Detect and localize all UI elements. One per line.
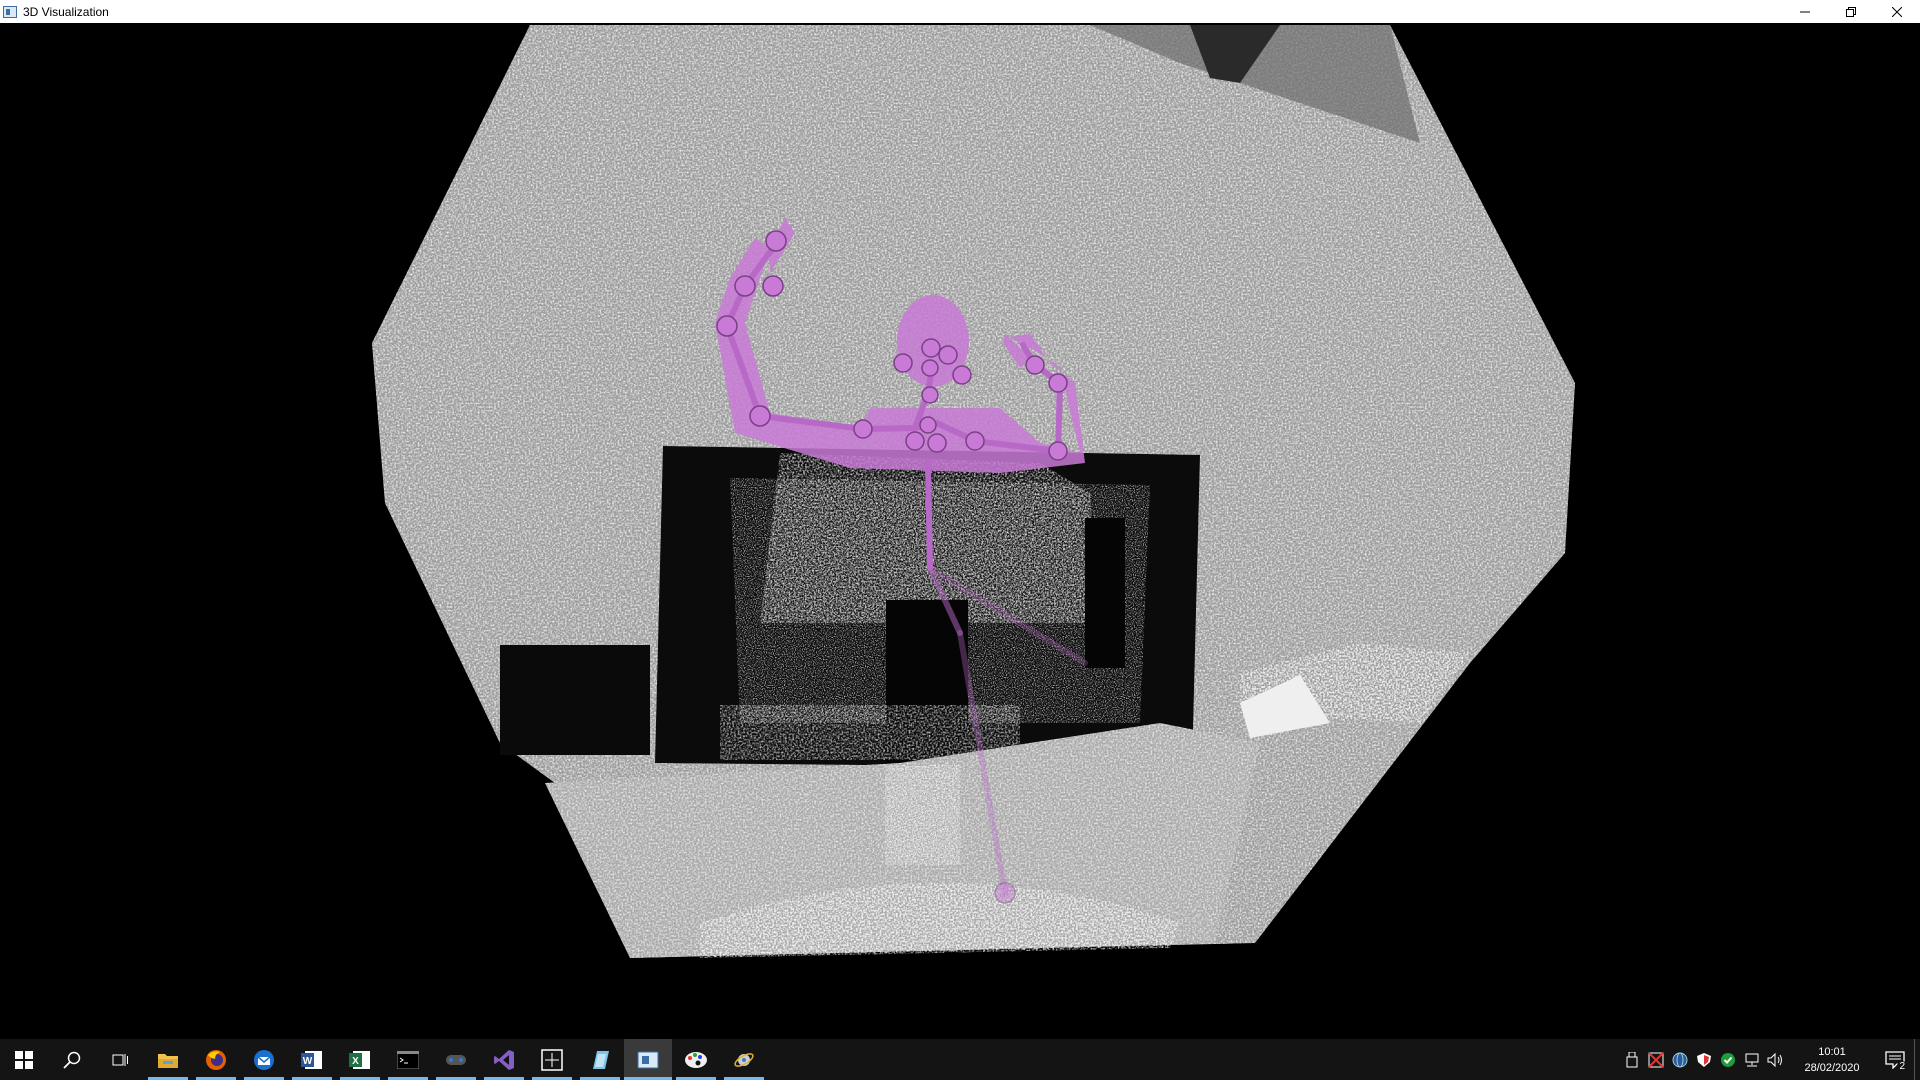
action-center-button[interactable]: 2 — [1876, 1039, 1914, 1080]
network-globe-icon — [1672, 1052, 1688, 1067]
taskbar-file-explorer[interactable] — [144, 1039, 192, 1080]
defender-check-icon — [1721, 1052, 1735, 1067]
snipping-tool-icon — [541, 1048, 563, 1071]
tray-defender[interactable] — [1716, 1039, 1740, 1080]
note-app-icon — [593, 1050, 609, 1069]
minimize-button[interactable] — [1782, 0, 1828, 23]
search-icon — [63, 1051, 81, 1069]
start-icon — [15, 1050, 33, 1069]
file-explorer-icon — [158, 1053, 178, 1068]
svg-text:W: W — [303, 1056, 313, 1067]
close-icon — [1892, 6, 1902, 17]
network-icon — [1745, 1053, 1759, 1066]
taskbar-snipping-tool[interactable] — [528, 1039, 576, 1080]
show-desktop-button[interactable] — [1914, 1039, 1920, 1080]
taskbar-orbit-app[interactable] — [720, 1039, 768, 1080]
taskbar-visual-studio[interactable] — [480, 1039, 528, 1080]
tray-volume[interactable] — [1764, 1039, 1788, 1080]
tray-usb[interactable] — [1620, 1039, 1644, 1080]
minimize-icon — [1800, 11, 1810, 12]
3d-viewport[interactable] — [0, 23, 1920, 1039]
point-cloud-render — [372, 25, 1575, 958]
orbit-app-icon — [734, 1052, 754, 1067]
taskbar-paint[interactable] — [672, 1039, 720, 1080]
firefox-icon — [206, 1049, 226, 1070]
shield-icon — [1697, 1052, 1711, 1067]
close-button[interactable] — [1874, 0, 1920, 23]
3d-visualization-icon — [637, 1051, 659, 1068]
title-bar: 3D Visualization — [0, 0, 1920, 23]
taskbar-clock[interactable]: 10:01 28/02/2020 — [1794, 1044, 1870, 1076]
svg-text:X: X — [352, 1056, 359, 1067]
taskbar-gamepad-app[interactable] — [432, 1039, 480, 1080]
window-title: 3D Visualization — [23, 4, 109, 19]
paint-icon — [685, 1051, 707, 1068]
excel-icon: X — [349, 1050, 370, 1069]
system-tray: 10:01 28/02/2020 2 — [1620, 1039, 1920, 1080]
app-window-icon — [3, 5, 17, 18]
thunderbird-icon — [254, 1049, 274, 1070]
gamepad-icon — [446, 1054, 466, 1065]
taskbar: W X 10:01 28/02/2020 2 — [0, 1039, 1920, 1080]
tray-power-mgmt[interactable] — [1644, 1039, 1668, 1080]
taskbar-thunderbird[interactable] — [240, 1039, 288, 1080]
search-button[interactable] — [48, 1039, 96, 1080]
taskbar-word[interactable]: W — [288, 1039, 336, 1080]
notification-count: 2 — [1897, 1061, 1907, 1072]
tray-network[interactable] — [1740, 1039, 1764, 1080]
usb-icon — [1626, 1051, 1638, 1067]
start-button[interactable] — [0, 1039, 48, 1080]
taskbar-note-app[interactable] — [576, 1039, 624, 1080]
taskbar-firefox[interactable] — [192, 1039, 240, 1080]
word-icon: W — [301, 1050, 322, 1069]
power-mgmt-icon — [1648, 1051, 1664, 1068]
restore-button[interactable] — [1828, 0, 1874, 23]
volume-icon — [1767, 1052, 1782, 1067]
taskbar-excel[interactable]: X — [336, 1039, 384, 1080]
task-view-icon — [112, 1053, 128, 1066]
clock-date: 28/02/2020 — [1804, 1061, 1860, 1074]
visual-studio-icon — [494, 1049, 514, 1070]
task-view-button[interactable] — [96, 1039, 144, 1080]
tray-shield[interactable] — [1692, 1039, 1716, 1080]
tray-network-globe[interactable] — [1668, 1039, 1692, 1080]
restore-icon — [1846, 6, 1856, 17]
taskbar-3d-visualization[interactable] — [624, 1039, 672, 1080]
clock-time: 10:01 — [1818, 1045, 1846, 1058]
window-controls — [1782, 0, 1920, 23]
terminal-icon — [397, 1050, 419, 1069]
taskbar-terminal[interactable] — [384, 1039, 432, 1080]
